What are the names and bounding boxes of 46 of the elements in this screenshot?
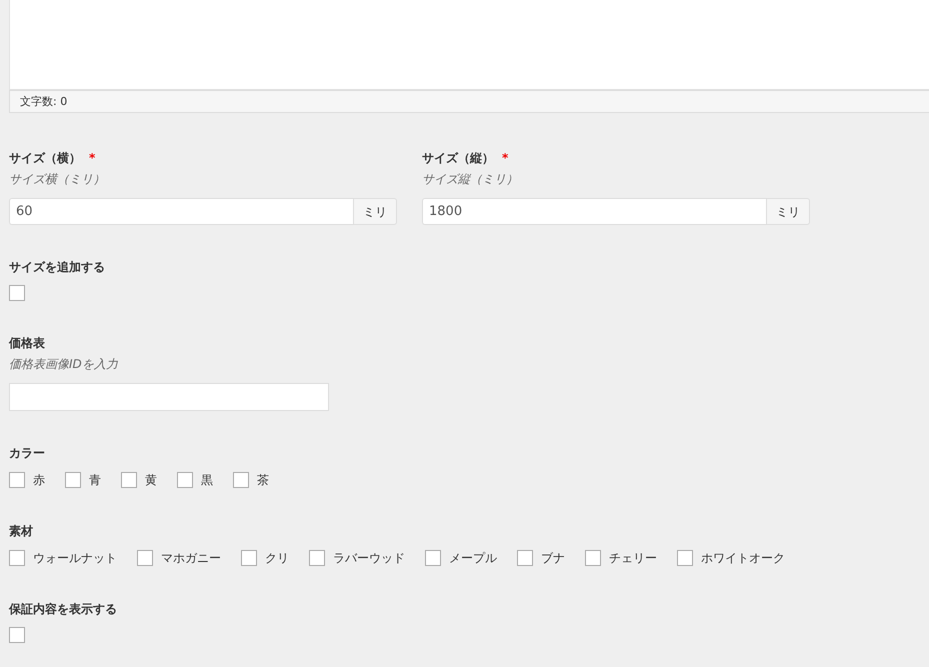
field-description: 価格表画像IDを入力 [9,356,118,373]
checkbox[interactable] [9,550,25,566]
option-label: ブナ [541,550,565,567]
checkbox[interactable] [585,550,601,566]
option-label: チェリー [609,550,657,567]
option-label: 黄 [145,472,157,489]
checkbox[interactable] [241,550,257,566]
checkbox[interactable] [65,472,81,488]
checkbox[interactable] [517,550,533,566]
checkbox[interactable] [9,472,25,488]
unit-label: ミリ [353,198,397,225]
option-label: メープル [449,550,497,567]
option-label: マホガニー [161,550,221,567]
checkbox[interactable] [9,285,25,301]
option-label: 青 [89,472,101,489]
required-mark: * [502,151,508,165]
checkbox[interactable] [121,472,137,488]
field-label: サイズ（縦） [422,150,494,167]
checkbox[interactable] [309,550,325,566]
checkbox[interactable] [425,550,441,566]
checkbox[interactable] [233,472,249,488]
field-label: サイズを追加する [9,259,105,276]
checkbox[interactable] [677,550,693,566]
checkbox[interactable] [9,627,25,643]
required-mark: * [89,151,96,165]
input-field[interactable]: 1800 [422,198,766,225]
option-label: ウォールナット [33,550,117,567]
checkbox[interactable] [177,472,193,488]
option-label: 茶 [257,472,269,489]
option-label: ホワイトオーク [701,550,785,567]
field-label: サイズ（横） [9,150,81,167]
checkbox[interactable] [137,550,153,566]
input-field[interactable] [9,383,329,411]
field-label: 保証内容を表示する [9,601,117,618]
option-label: クリ [265,550,289,567]
word-count: 文字数: 0 [9,90,929,113]
field-label: カラー [9,445,45,462]
option-label: 黒 [201,472,213,489]
input-field[interactable]: 60 [9,198,353,225]
field-label: 価格表 [9,335,45,352]
option-label: 赤 [33,472,45,489]
field-description: サイズ横（ミリ） [9,171,105,188]
option-label: ラバーウッド [333,550,405,567]
unit-label: ミリ [766,198,810,225]
field-label: 素材 [9,523,33,540]
field-description: サイズ縦（ミリ） [422,171,518,188]
